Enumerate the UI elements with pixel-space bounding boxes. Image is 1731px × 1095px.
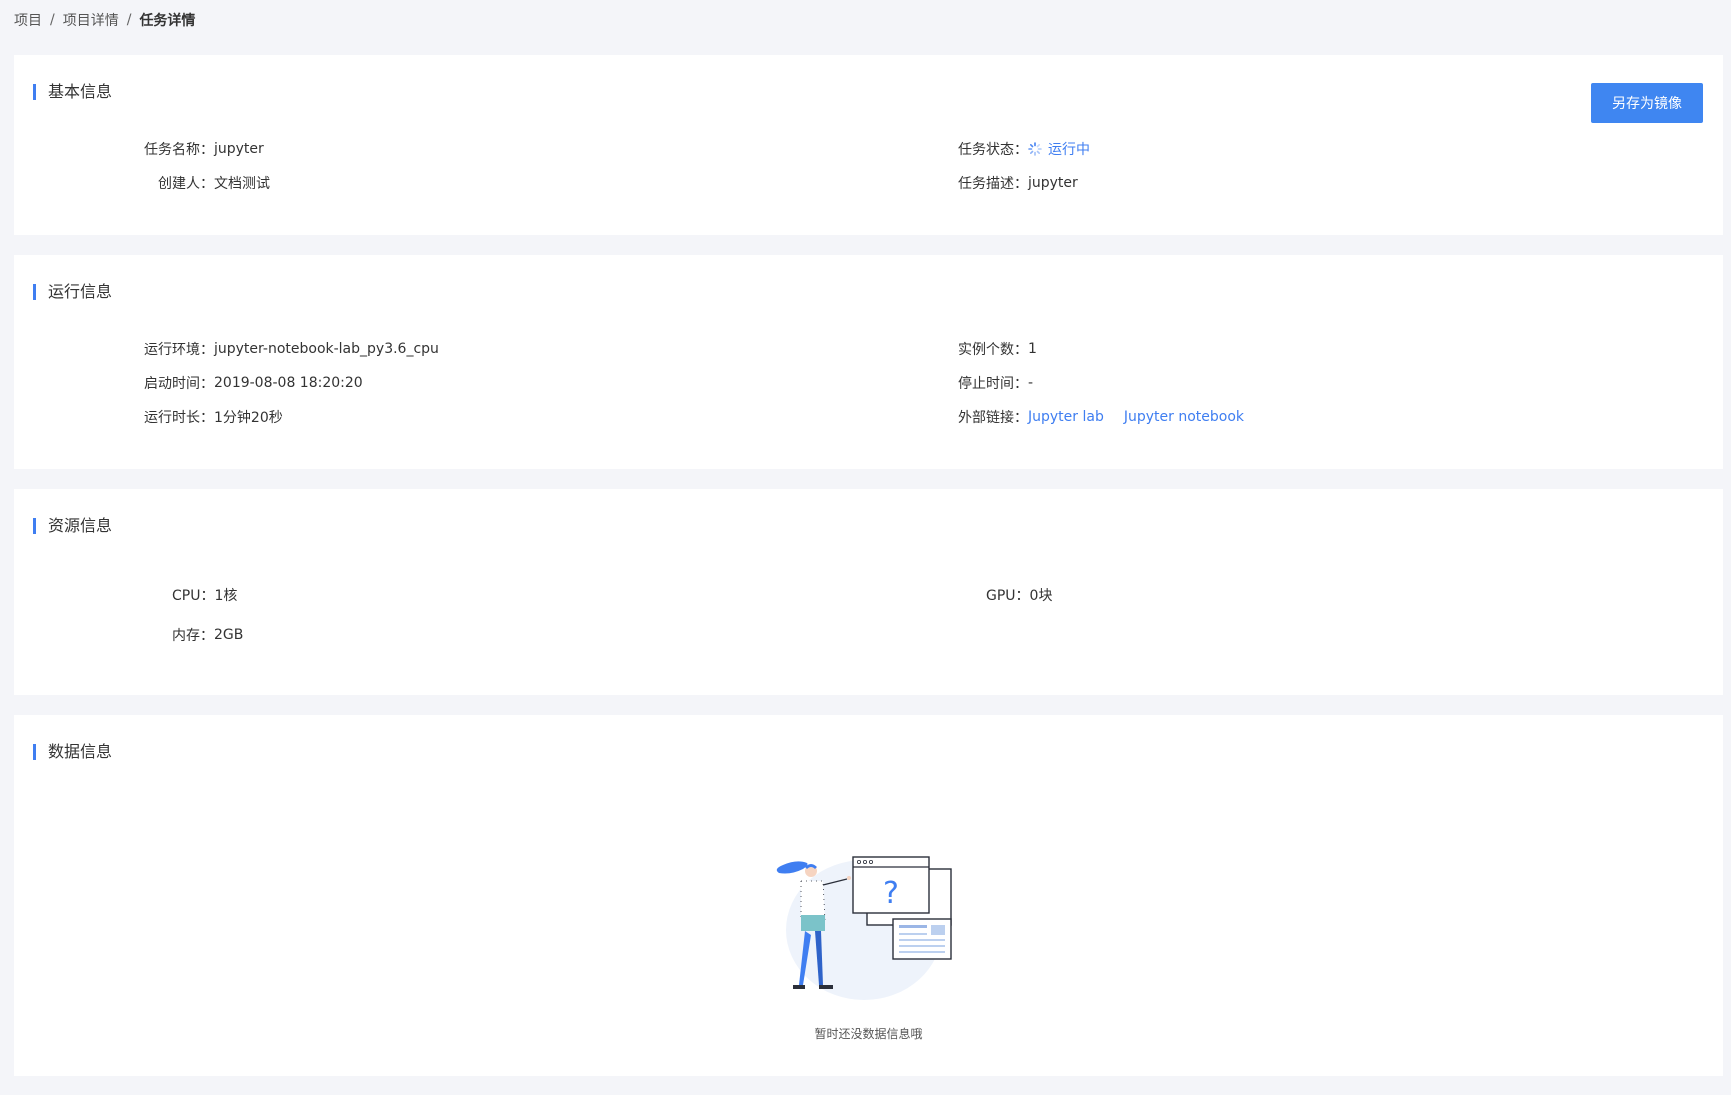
gpu-label: GPU： (986, 588, 1030, 604)
breadcrumb: 项目 / 项目详情 / 任务详情 (14, 10, 195, 30)
start-time-value: 2019-08-08 18:20:20 (214, 375, 363, 391)
cpu-value: 1核 (214, 588, 238, 604)
cpu-field: CPU： 1核 (172, 585, 237, 605)
breadcrumb-separator: / (50, 12, 55, 28)
basic-info-card: 基本信息 另存为镜像 任务名称： jupyter 创建人： 文档测试 任务状态： (14, 55, 1723, 235)
jupyter-lab-link[interactable]: Jupyter lab (1028, 409, 1104, 425)
loading-spinner-icon (1028, 142, 1042, 156)
start-time-label: 启动时间： (144, 376, 214, 392)
gpu-field: GPU： 0块 (986, 585, 1052, 605)
start-time-field: 启动时间： 2019-08-08 18:20:20 (144, 373, 363, 393)
stop-time-value: - (1028, 375, 1034, 391)
empty-data-illustration: ? (776, 856, 952, 1000)
cpu-label: CPU： (172, 588, 215, 604)
stop-time-field: 停止时间： - (958, 373, 1033, 393)
resource-info-card: 资源信息 CPU： 1核 内存： 2GB GPU： 0块 (14, 489, 1723, 695)
instance-count-field: 实例个数： 1 (958, 339, 1037, 359)
instance-count-value: 1 (1028, 341, 1037, 357)
run-env-field: 运行环境： jupyter-notebook-lab_py3.6_cpu (144, 339, 439, 359)
run-env-label: 运行环境： (144, 342, 214, 358)
creator-value: 文档测试 (214, 176, 270, 192)
run-duration-label: 运行时长： (144, 410, 214, 426)
instance-count-label: 实例个数： (958, 342, 1028, 358)
creator-field: 创建人： 文档测试 (158, 173, 270, 193)
jupyter-notebook-link[interactable]: Jupyter notebook (1124, 409, 1244, 425)
stop-time-label: 停止时间： (958, 376, 1028, 392)
run-info-title: 运行信息 (33, 283, 112, 301)
external-links-label: 外部链接： (958, 410, 1028, 426)
run-duration-field: 运行时长： 1分钟20秒 (144, 407, 283, 427)
run-env-value: jupyter-notebook-lab_py3.6_cpu (214, 341, 439, 357)
task-description-field: 任务描述： jupyter (958, 173, 1078, 193)
breadcrumb-item-project-detail[interactable]: 项目详情 (63, 10, 119, 30)
save-as-image-button[interactable]: 另存为镜像 (1591, 83, 1703, 123)
task-name-label: 任务名称： (144, 142, 214, 158)
breadcrumb-item-project[interactable]: 项目 (14, 10, 42, 30)
task-description-label: 任务描述： (958, 176, 1028, 192)
basic-info-title: 基本信息 (33, 83, 112, 101)
external-links-field: 外部链接： Jupyter lab Jupyter notebook (958, 407, 1244, 427)
breadcrumb-current: 任务详情 (139, 13, 196, 29)
task-description-value: jupyter (1028, 175, 1078, 191)
task-name-value: jupyter (214, 141, 264, 157)
task-name-field: 任务名称： jupyter (144, 139, 264, 159)
resource-info-title: 资源信息 (33, 517, 112, 535)
data-info-title: 数据信息 (33, 743, 112, 761)
breadcrumb-separator: / (126, 12, 132, 28)
task-status-label: 任务状态： (958, 142, 1028, 158)
task-status-text: 运行中 (1048, 142, 1090, 158)
memory-field: 内存： 2GB (172, 625, 243, 645)
empty-state: ? (14, 835, 1723, 1009)
memory-label: 内存： (172, 628, 214, 644)
creator-label: 创建人： (158, 176, 214, 192)
data-info-card: 数据信息 ? 暂时还没数据信息哦 (14, 715, 1723, 1076)
run-info-card: 运行信息 运行环境： jupyter-notebook-lab_py3.6_cp… (14, 255, 1723, 469)
empty-data-text: 暂时还没数据信息哦 (814, 1027, 923, 1041)
run-duration-value: 1分钟20秒 (214, 410, 283, 426)
task-status-value: 运行中 (1028, 139, 1090, 159)
svg-text:?: ? (883, 876, 899, 911)
task-status-field: 任务状态： 运行中 (958, 139, 1090, 159)
memory-value: 2GB (214, 627, 244, 643)
gpu-value: 0块 (1029, 588, 1053, 604)
